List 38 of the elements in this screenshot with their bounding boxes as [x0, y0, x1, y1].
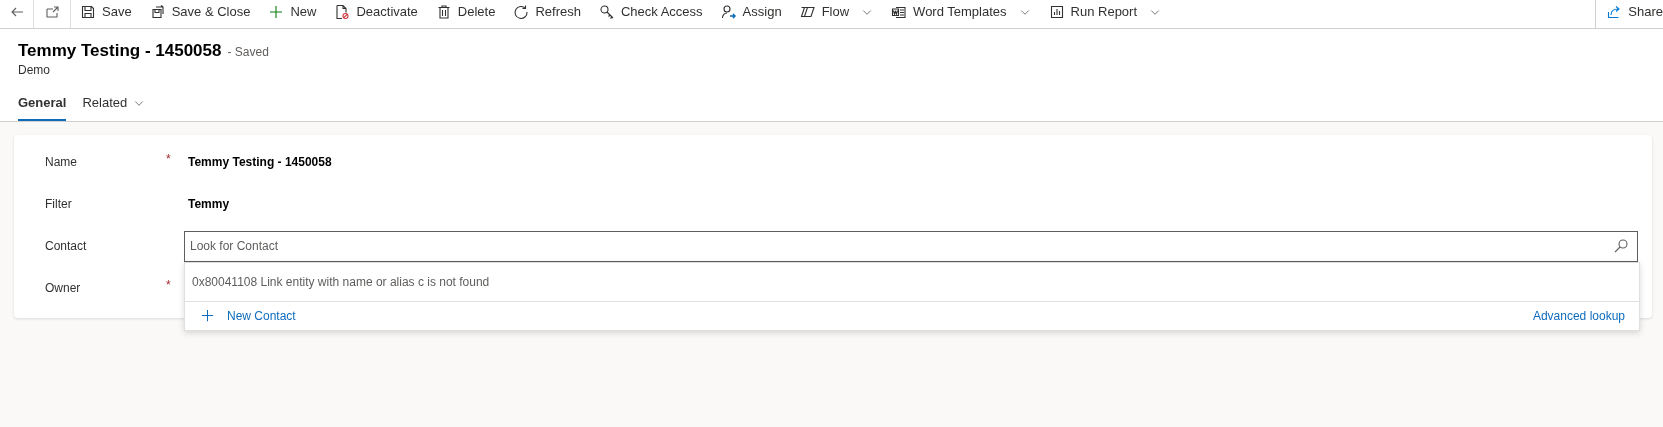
save-status: - Saved: [227, 45, 269, 59]
field-label: Contact: [45, 239, 88, 253]
command-button[interactable]: Assign: [711, 0, 791, 28]
field-label: Owner: [45, 281, 82, 295]
command-button[interactable]: Refresh: [504, 0, 590, 28]
tab[interactable]: Related: [82, 91, 146, 121]
required-asterisk: *: [166, 152, 172, 166]
share-button[interactable]: Share: [1595, 0, 1663, 28]
field-value: Temmy Testing - 1450058: [187, 155, 332, 169]
command-button[interactable]: Check Access: [589, 0, 712, 28]
command-button[interactable]: Run Report: [1039, 0, 1171, 28]
advanced-lookup-link[interactable]: Advanced lookup: [1532, 308, 1625, 323]
popout-icon: [44, 3, 60, 20]
record-subtitle: Demo: [18, 63, 51, 77]
command-button[interactable]: New: [259, 0, 326, 28]
new-contact-button[interactable]: New Contact: [200, 308, 296, 323]
command-button[interactable]: Word Templates: [882, 0, 1040, 28]
field-value: Temmy: [187, 197, 230, 211]
report-chart-icon: [1048, 3, 1065, 20]
search-icon: [1613, 238, 1629, 254]
plus-icon: [200, 308, 215, 323]
required-asterisk: *: [166, 278, 172, 292]
refresh-icon: [513, 3, 530, 20]
plus-icon: [268, 3, 285, 20]
command-button[interactable]: Flow: [790, 0, 883, 28]
document-blocked-icon: [334, 3, 351, 20]
command-button[interactable]: Save: [71, 0, 141, 28]
tab[interactable]: General: [18, 91, 67, 121]
record-title: Temmy Testing - 1450058: [18, 41, 222, 61]
command-button[interactable]: Deactivate: [325, 0, 427, 28]
person-arrow-icon: [720, 3, 737, 20]
field-label: Filter: [45, 197, 73, 211]
command-button[interactable]: Save & Close: [140, 0, 260, 28]
command-button[interactable]: Delete: [426, 0, 505, 28]
key-icon: [598, 3, 615, 20]
error-message: 0x80041108 Link entity with name or alias c is not found: [192, 274, 490, 289]
field-label: Name: [45, 155, 78, 169]
lookup-field[interactable]: Look for Contact: [184, 230, 1638, 262]
